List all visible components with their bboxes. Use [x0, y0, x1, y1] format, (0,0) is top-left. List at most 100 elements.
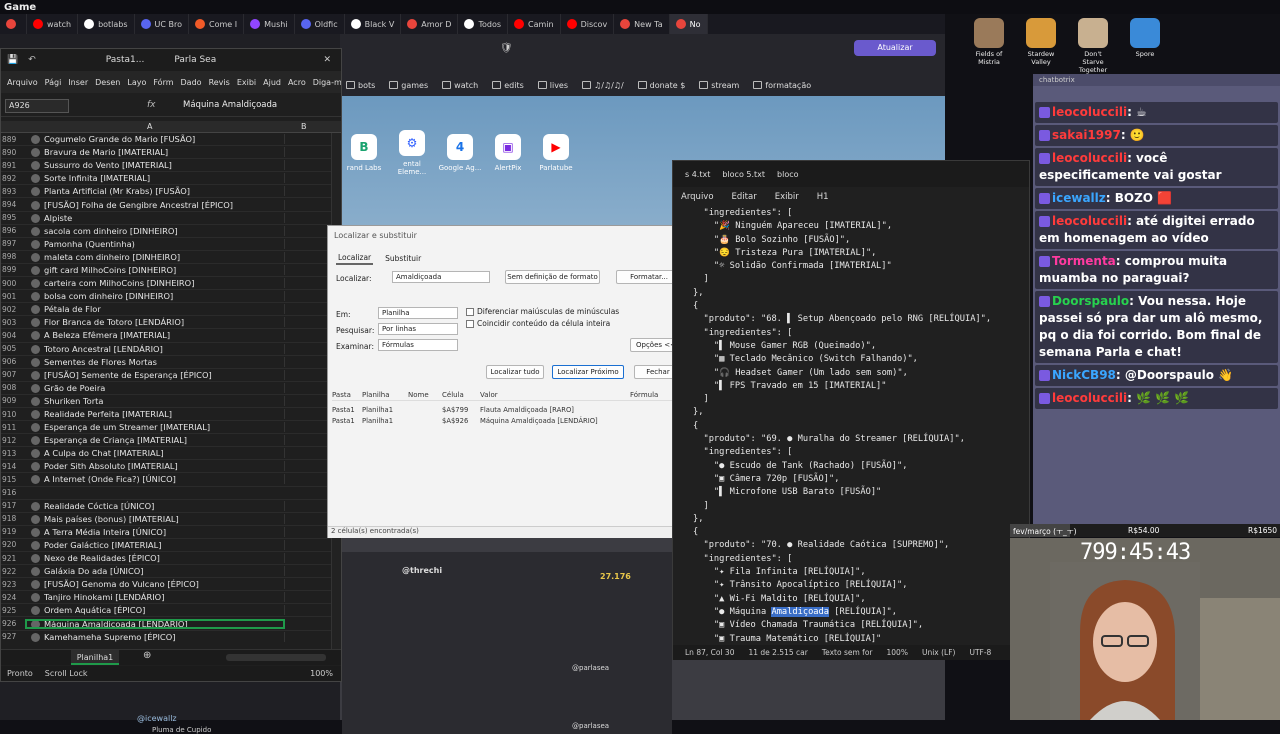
shortcut-tile[interactable]: ▶ Parlatube	[532, 134, 580, 172]
row-number[interactable]: 901	[1, 292, 25, 301]
table-row[interactable]: 899 gift card MilhoCoins [DINHEIRO]	[1, 264, 331, 278]
cell-a[interactable]: [FUSÃO] Semente de Esperança [ÉPICO]	[25, 369, 285, 380]
column-b-header[interactable]: B	[301, 122, 307, 131]
row-number[interactable]: 917	[1, 501, 25, 510]
ribbon-tab[interactable]: Acro	[288, 78, 306, 87]
cell-a[interactable]: Planta Artificial (Mr Krabs) [FUSÃO]	[25, 186, 285, 197]
row-number[interactable]: 922	[1, 567, 25, 576]
sheet-grid[interactable]: 889 Cogumelo Grande do Mario [FUSÃO] 890 Br…	[1, 133, 331, 643]
row-number[interactable]: 896	[1, 226, 25, 235]
bookmark-item[interactable]: formatação	[753, 81, 811, 90]
row-number[interactable]: 898	[1, 252, 25, 261]
browser-tab[interactable]: Black V	[345, 14, 402, 34]
table-row[interactable]: 926 Máquina Amaldiçoada [LENDÁRIO]	[1, 617, 331, 631]
ribbon-tab[interactable]: Revis	[209, 78, 230, 87]
cell-a[interactable]: Tanjiro Hinokami [LENDÁRIO]	[25, 592, 285, 603]
row-number[interactable]: 893	[1, 187, 25, 196]
bookmark-item[interactable]: bots	[346, 81, 375, 90]
sheet-tab-planilha1[interactable]: Planilha1	[71, 650, 119, 665]
cell-a[interactable]: Ordem Aquática [ÉPICO]	[25, 605, 285, 616]
match-case-checkbox[interactable]	[466, 308, 474, 316]
results-column-header[interactable]: Valor	[480, 391, 630, 399]
row-number[interactable]: 915	[1, 475, 25, 484]
cell-a[interactable]: Galáxia Do ada [ÚNICO]	[25, 566, 285, 577]
browser-tab[interactable]: No	[669, 14, 708, 34]
table-row[interactable]: 896 sacola com dinheiro [DINHEIRO]	[1, 225, 331, 238]
row-number[interactable]: 907	[1, 370, 25, 379]
cell-a[interactable]: Flor Branca de Totoro [LENDÁRIO]	[25, 317, 285, 328]
table-row[interactable]: 902 Pétala de Flor	[1, 303, 331, 317]
table-row[interactable]: 900 carteira com MilhoCoins [DINHEIRO]	[1, 277, 331, 291]
table-row[interactable]: 903 Flor Branca de Totoro [LENDÁRIO]	[1, 316, 331, 330]
result-row[interactable]: Pasta1 Planilha1 $A$799 Flauta Amaldiçoada …	[332, 405, 688, 415]
chat-username[interactable]: icewallz	[1052, 191, 1106, 205]
chat-username[interactable]: leocoluccili	[1052, 391, 1127, 405]
table-row[interactable]: 915 A Internet (Onde Fica?) [ÚNICO]	[1, 473, 331, 487]
row-number[interactable]: 914	[1, 462, 25, 471]
chat-username[interactable]: leocoluccili	[1052, 151, 1127, 165]
undo-icon[interactable]: ↶	[28, 55, 36, 65]
shortcut-tile[interactable]: ⚙ ental Eleme...	[388, 130, 436, 176]
cell-a[interactable]: A Terra Média Inteira [ÚNICO]	[25, 526, 285, 537]
close-icon[interactable]: ✕	[323, 55, 331, 65]
bookmark-item[interactable]: stream	[699, 81, 739, 90]
notepad-menu-item[interactable]: Arquivo	[681, 192, 714, 202]
row-number[interactable]: 927	[1, 632, 25, 641]
row-number[interactable]: 904	[1, 331, 25, 340]
results-column-header[interactable]: Planilha	[362, 391, 408, 399]
table-row[interactable]: 904 A Beleza Efêmera [IMATERIAL]	[1, 329, 331, 343]
row-number[interactable]: 900	[1, 279, 25, 288]
shortcut-tile[interactable]: ▣ AlertPix	[484, 134, 532, 172]
ribbon-tab[interactable]: Inser	[68, 78, 88, 87]
cell-a[interactable]: Sementes de Flores Mortas	[25, 356, 285, 367]
row-number[interactable]: 910	[1, 410, 25, 419]
browser-tab[interactable]: Come I	[189, 14, 245, 34]
result-row[interactable]: Pasta1 Planilha1 $A$926 Máquina Amaldiçoada…	[332, 416, 688, 426]
formula-input[interactable]: Máquina Amaldiçoada	[183, 100, 277, 110]
table-row[interactable]: 916	[1, 487, 331, 500]
table-row[interactable]: 905 Totoro Ancestral [LENDÁRIO]	[1, 343, 331, 356]
table-row[interactable]: 890 Bravura de Mario [IMATERIAL]	[1, 146, 331, 160]
notepad-menu-item[interactable]: H1	[817, 192, 829, 202]
match-case-option[interactable]: Diferenciar maiúsculas de minúsculas	[466, 307, 619, 316]
table-row[interactable]: 892 Sorte Infinita [IMATERIAL]	[1, 172, 331, 186]
table-row[interactable]: 906 Sementes de Flores Mortas	[1, 356, 331, 369]
row-number[interactable]: 891	[1, 161, 25, 170]
cell-a[interactable]: [FUSÃO] Genoma do Vulcano [ÉPICO]	[25, 579, 285, 590]
browser-tab[interactable]: Amor D	[401, 14, 459, 34]
desktop-shortcut[interactable]: Don't Starve Together	[1073, 18, 1113, 74]
cell-a[interactable]: sacola com dinheiro [DINHEIRO]	[25, 225, 285, 236]
row-number[interactable]: 890	[1, 148, 25, 157]
table-row[interactable]: 912 Esperança de Criança [IMATERIAL]	[1, 434, 331, 448]
bookmark-item[interactable]: ♫/♫/♫/	[582, 81, 624, 90]
row-number[interactable]: 923	[1, 580, 25, 589]
table-row[interactable]: 898 maleta com dinheiro [DINHEIRO]	[1, 251, 331, 264]
cell-a[interactable]: Sussurro do Vento [IMATERIAL]	[25, 160, 285, 171]
table-row[interactable]: 901 bolsa com dinheiro [DINHEIRO]	[1, 290, 331, 304]
find-all-button[interactable]: Localizar tudo	[486, 365, 544, 379]
table-row[interactable]: 919 A Terra Média Inteira [ÚNICO]	[1, 526, 331, 539]
row-number[interactable]: 902	[1, 305, 25, 314]
cell-a[interactable]: Realidade Perfeita [IMATERIAL]	[25, 409, 285, 420]
row-number[interactable]: 889	[1, 135, 25, 144]
search-select[interactable]: Por linhas	[378, 323, 458, 335]
find-input[interactable]: Amaldiçoada	[392, 271, 490, 283]
cell-a[interactable]: Máquina Amaldiçoada [LENDÁRIO]	[25, 618, 285, 629]
row-number[interactable]: 920	[1, 540, 25, 549]
cell-a[interactable]: gift card MilhoCoins [DINHEIRO]	[25, 264, 285, 275]
add-sheet-icon[interactable]: ⊕	[143, 650, 151, 661]
cell-a[interactable]: Shuriken Torta	[25, 395, 285, 406]
match-cell-checkbox[interactable]	[466, 320, 474, 328]
zoom-level[interactable]: 100%	[310, 669, 333, 678]
chat-username[interactable]: leocoluccili	[1052, 105, 1127, 119]
results-column-header[interactable]: Nome	[408, 391, 442, 399]
table-row[interactable]: 923 [FUSÃO] Genoma do Vulcano [ÉPICO]	[1, 578, 331, 592]
browser-tab[interactable]: Mushi	[244, 14, 295, 34]
cell-a[interactable]: bolsa com dinheiro [DINHEIRO]	[25, 291, 285, 302]
table-row[interactable]: 897 Pamonha (Quentinha)	[1, 238, 331, 251]
cell-a[interactable]: Mais países (bonus) [IMATERIAL]	[25, 513, 285, 524]
row-number[interactable]: 899	[1, 265, 25, 274]
shortcut-tile[interactable]: 4 Google Ag...	[436, 134, 484, 172]
row-number[interactable]: 921	[1, 554, 25, 563]
browser-tab[interactable]: Discov	[561, 14, 615, 34]
